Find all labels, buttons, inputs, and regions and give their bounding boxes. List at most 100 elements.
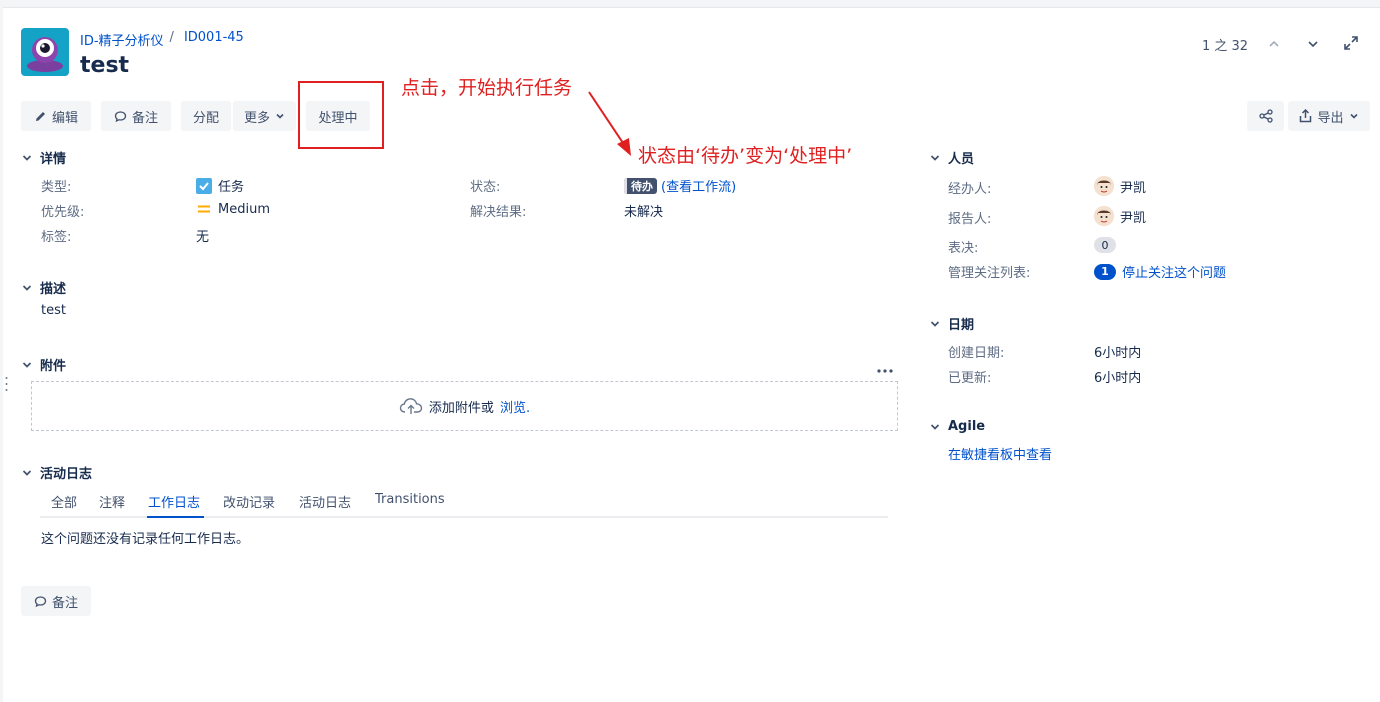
watchers-label: 管理关注列表: <box>948 266 1031 281</box>
chevron-down-icon[interactable] <box>1307 38 1319 54</box>
details-heading: 详情 <box>40 152 67 167</box>
chevron-down-icon <box>22 361 32 368</box>
attachments-heading: 附件 <box>40 359 67 374</box>
export-button-label: 导出 <box>1317 110 1344 126</box>
agile-heading: Agile <box>948 419 986 434</box>
agile-section-toggle[interactable]: Agile <box>930 419 985 434</box>
bottom-comment-button[interactable]: 备注 <box>21 586 91 616</box>
drag-handle-icon[interactable] <box>5 376 8 396</box>
assignee-value[interactable]: 尹凯 <box>1094 176 1146 196</box>
created-label: 创建日期: <box>948 346 1005 361</box>
window-left-frame <box>0 7 3 702</box>
breadcrumb-project-link[interactable]: ID-精子分析仪 <box>80 30 164 49</box>
attachments-section-toggle[interactable]: 附件 <box>22 355 66 374</box>
details-section-toggle[interactable]: 详情 <box>22 148 66 167</box>
comment-button-label: 备注 <box>131 110 158 126</box>
browse-link[interactable]: 浏览. <box>500 397 530 416</box>
chevron-up-icon[interactable] <box>1268 38 1280 54</box>
tab-activity[interactable]: 活动日志 <box>299 492 351 511</box>
breadcrumb-separator: / <box>169 30 174 45</box>
votes-count-badge: 0 <box>1094 237 1116 253</box>
reporter-name: 尹凯 <box>1120 210 1147 226</box>
issue-pager-text: 1 之 32 <box>1202 39 1249 54</box>
resolution-label: 解决结果: <box>470 205 527 220</box>
annotation-click-hint: 点击，开始执行任务 <box>401 77 573 99</box>
chevron-down-icon <box>1349 113 1358 119</box>
priority-value-text: Medium <box>218 201 270 217</box>
reporter-label: 报告人: <box>948 212 992 227</box>
stop-watching-link[interactable]: 停止关注这个问题 <box>1122 262 1226 281</box>
active-tab-underline <box>147 516 204 518</box>
view-workflow-link[interactable]: (查看工作流) <box>661 176 736 195</box>
assignee-label: 经办人: <box>948 182 992 197</box>
more-button-label: 更多 <box>243 110 270 126</box>
description-text[interactable]: test <box>41 303 66 318</box>
attachment-dropzone[interactable]: 添加附件或 浏览. <box>31 381 898 431</box>
attachments-more-icon[interactable] <box>877 362 893 377</box>
chevron-down-icon <box>930 154 940 161</box>
annotation-status-hint: 状态由‘待办’变为‘处理中’ <box>638 145 853 167</box>
assign-button-label: 分配 <box>192 110 219 126</box>
task-checkbox-icon <box>196 177 212 194</box>
edit-button[interactable]: 编辑 <box>21 101 91 131</box>
upload-icon <box>1300 109 1312 123</box>
status-lozenge-text: 待办 <box>631 179 653 193</box>
watchers-count-badge[interactable]: 1 <box>1094 263 1116 280</box>
priority-value: Medium <box>196 201 270 217</box>
expand-icon[interactable] <box>1344 36 1358 54</box>
project-avatar[interactable] <box>21 28 69 76</box>
description-heading: 描述 <box>40 282 67 297</box>
breadcrumb: ID-精子分析仪 / ID001-45 <box>80 30 244 49</box>
window-top-frame <box>0 0 1380 8</box>
share-button[interactable] <box>1247 101 1284 131</box>
tab-transitions[interactable]: Transitions <box>375 492 445 507</box>
dates-section-toggle[interactable]: 日期 <box>930 314 974 333</box>
breadcrumb-issue-key-link[interactable]: ID001-45 <box>184 30 244 49</box>
comment-button[interactable]: 备注 <box>101 101 171 131</box>
status-label: 状态: <box>470 180 501 195</box>
view-on-board-link[interactable]: 在敏捷看板中查看 <box>948 444 1052 463</box>
updated-label: 已更新: <box>948 371 992 386</box>
dates-heading: 日期 <box>948 318 975 333</box>
pencil-icon <box>35 111 45 121</box>
status-lozenge: 待办 <box>624 177 657 194</box>
type-value: 任务 <box>196 176 244 195</box>
updated-value: 6小时内 <box>1094 371 1142 386</box>
annotation-arrow <box>588 91 631 156</box>
priority-label: 优先级: <box>41 205 85 220</box>
more-button[interactable]: 更多 <box>233 101 296 131</box>
labels-value: 无 <box>196 230 210 245</box>
robot-icon <box>27 37 63 72</box>
status-value: 待办 (查看工作流) <box>624 176 736 195</box>
votes-value[interactable]: 0 <box>1094 237 1116 253</box>
bottom-comment-button-label: 备注 <box>51 595 78 611</box>
people-heading: 人员 <box>948 152 975 167</box>
chevron-down-icon <box>930 320 940 327</box>
annotation-highlight-box <box>298 81 384 149</box>
reporter-value[interactable]: 尹凯 <box>1094 206 1146 226</box>
created-value: 6小时内 <box>1094 346 1142 361</box>
edit-button-label: 编辑 <box>51 110 78 126</box>
resolution-value: 未解决 <box>624 205 664 220</box>
avatar <box>1094 176 1114 196</box>
tab-history[interactable]: 改动记录 <box>223 492 275 511</box>
activity-section-toggle[interactable]: 活动日志 <box>22 463 92 482</box>
share-icon <box>1258 109 1273 123</box>
votes-label: 表决: <box>948 241 979 256</box>
export-button[interactable]: 导出 <box>1288 101 1370 131</box>
dropzone-text: 添加附件或 <box>428 400 494 416</box>
activity-tabs: 全部 注释 工作日志 改动记录 活动日志 Transitions <box>40 490 888 518</box>
description-section-toggle[interactable]: 描述 <box>22 278 66 297</box>
cloud-upload-icon <box>399 398 423 414</box>
type-value-text: 任务 <box>218 180 245 195</box>
tab-all[interactable]: 全部 <box>51 492 77 511</box>
activity-heading: 活动日志 <box>40 467 93 482</box>
watchers-value: 1 停止关注这个问题 <box>1094 262 1226 281</box>
chevron-down-icon <box>22 154 32 161</box>
chevron-down-icon <box>22 284 32 291</box>
tab-comments[interactable]: 注释 <box>99 492 125 511</box>
assign-button[interactable]: 分配 <box>181 101 231 131</box>
page-title: test <box>80 53 130 78</box>
people-section-toggle[interactable]: 人员 <box>930 148 974 167</box>
tab-worklog[interactable]: 工作日志 <box>148 492 200 511</box>
